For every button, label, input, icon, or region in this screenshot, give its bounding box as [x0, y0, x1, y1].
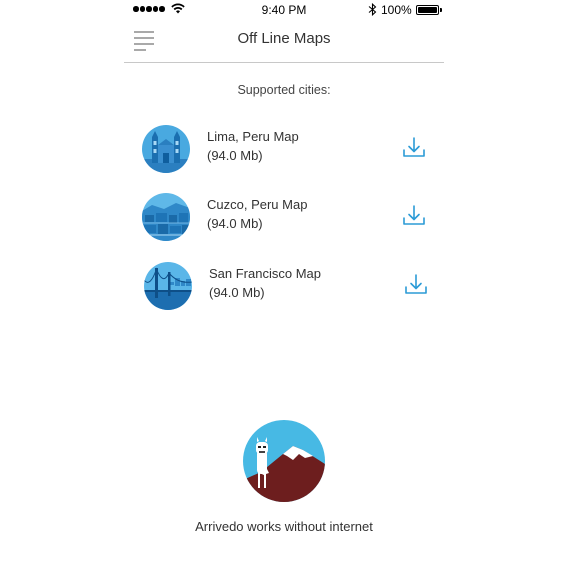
status-bar: 9:40 PM 100%: [124, 0, 444, 20]
bluetooth-icon: [368, 3, 377, 16]
city-size: (94.0 Mb): [207, 216, 263, 231]
page-title: Off Line Maps: [237, 30, 331, 47]
city-name: Lima, Peru Map: [207, 129, 299, 144]
footer-tagline: Arrivedo works without internet: [195, 519, 373, 534]
golden-gate-thumbnail: [144, 262, 192, 310]
city-size: (94.0 Mb): [209, 285, 265, 300]
city-item-cuzco[interactable]: Cuzco, Peru Map (94.0 Mb): [142, 193, 442, 245]
cuzco-city-thumbnail: [142, 193, 190, 241]
download-icon[interactable]: [403, 273, 429, 297]
city-item-lima[interactable]: Lima, Peru Map (94.0 Mb): [142, 125, 442, 177]
app-screen: 9:40 PM 100% Off Line Maps Supported cit…: [124, 0, 444, 568]
battery-icon: [416, 5, 439, 15]
battery-percentage: 100%: [381, 3, 412, 17]
section-title: Supported cities:: [237, 83, 331, 97]
lima-cathedral-thumbnail: [142, 125, 190, 173]
download-icon[interactable]: [401, 136, 427, 160]
city-size: (94.0 Mb): [207, 148, 263, 163]
city-name: San Francisco Map: [209, 266, 321, 281]
nav-bar: Off Line Maps: [124, 20, 444, 63]
download-icon[interactable]: [401, 204, 427, 228]
city-name: Cuzco, Peru Map: [207, 197, 308, 212]
city-item-san-francisco[interactable]: San Francisco Map (94.0 Mb): [144, 262, 444, 314]
llama-mountain-illustration: [243, 420, 325, 502]
battery-tip: [440, 8, 442, 12]
